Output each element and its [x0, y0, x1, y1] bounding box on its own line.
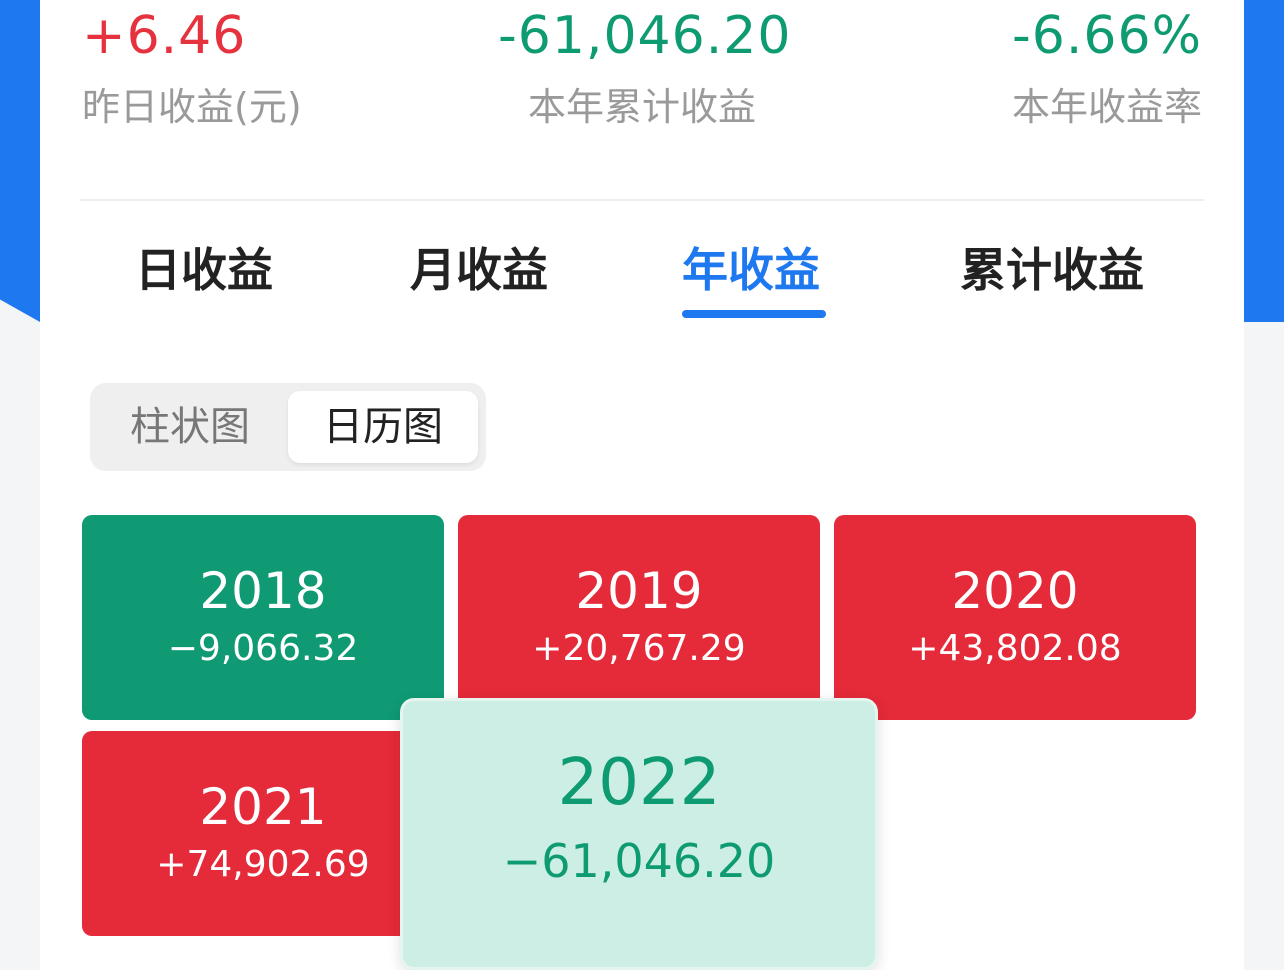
ytd-return-rate-label: 本年收益率: [1011, 85, 1202, 129]
ytd-earnings-label: 本年累计收益: [527, 85, 756, 129]
ytd-earnings-value: -61,046.20: [498, 6, 792, 66]
year-label: 2019: [575, 562, 703, 620]
bar-chart-view-button[interactable]: 柱状图: [100, 391, 280, 463]
divider: [80, 199, 1204, 201]
screen: +6.46 昨日收益(元) -61,046.20 本年累计收益 -6.66% 本…: [0, 0, 1284, 970]
tab-daily-earnings[interactable]: 日收益: [135, 242, 273, 298]
yesterday-earnings-value: +6.46: [82, 6, 247, 66]
year-tile-2022-highlighted[interactable]: 2022 −61,046.20: [400, 698, 878, 970]
tab-yearly-earnings[interactable]: 年收益: [682, 242, 820, 298]
year-amount: +74,902.69: [156, 844, 370, 885]
yesterday-earnings: +6.46 昨日收益(元): [82, 6, 302, 130]
year-tile-2018[interactable]: 2018 −9,066.32: [82, 515, 444, 720]
year-label: 2022: [557, 746, 721, 820]
active-tab-indicator: [682, 310, 826, 318]
tab-monthly-earnings[interactable]: 月收益: [410, 242, 548, 298]
year-label: 2018: [199, 562, 327, 620]
year-label: 2021: [199, 778, 327, 836]
year-label: 2020: [951, 562, 1079, 620]
header-background-right: [1244, 0, 1284, 322]
ytd-return-rate-value: -6.66%: [1012, 6, 1202, 66]
year-amount: −61,046.20: [502, 834, 776, 888]
earnings-card: +6.46 昨日收益(元) -61,046.20 本年累计收益 -6.66% 本…: [40, 0, 1244, 970]
header-background-left: [0, 0, 40, 322]
tab-cumulative-earnings[interactable]: 累计收益: [960, 242, 1144, 298]
earnings-tabs: 日收益 月收益 年收益 累计收益: [40, 242, 1244, 332]
year-amount: +43,802.08: [908, 628, 1122, 669]
year-amount: +20,767.29: [532, 628, 746, 669]
yesterday-earnings-label: 昨日收益(元): [82, 85, 302, 129]
year-tile-2019[interactable]: 2019 +20,767.29: [458, 515, 820, 720]
year-tile-2020[interactable]: 2020 +43,802.08: [834, 515, 1196, 720]
ytd-earnings: -61,046.20 本年累计收益: [498, 6, 792, 130]
ytd-return-rate: -6.66% 本年收益率: [942, 6, 1202, 130]
year-tile-2021[interactable]: 2021 +74,902.69: [82, 731, 444, 936]
year-amount: −9,066.32: [167, 628, 359, 669]
view-toggle: 柱状图 日历图: [90, 383, 486, 471]
calendar-view-button[interactable]: 日历图: [288, 391, 478, 463]
